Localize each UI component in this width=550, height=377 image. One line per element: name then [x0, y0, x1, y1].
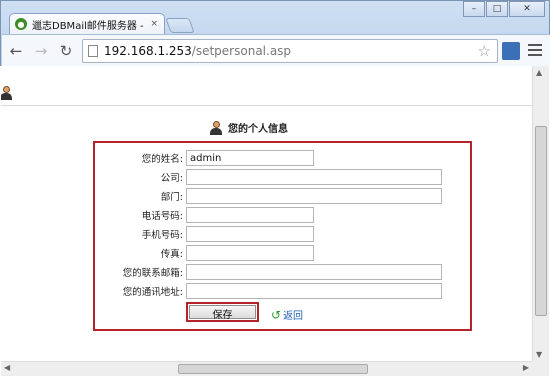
field-input[interactable]: [186, 264, 442, 280]
forward-arrow-icon[interactable]: →: [30, 40, 52, 62]
minimize-button[interactable]: –: [463, 1, 485, 17]
top-bar: [1, 66, 532, 106]
browser-tab[interactable]: ● 邋志DBMail邮件服务器 - V ×: [9, 13, 165, 34]
window-controls: – □ ✕: [462, 1, 545, 17]
field-label: 部门:: [160, 192, 183, 203]
address-bar[interactable]: 192.168.1.253 /setpersonal.asp ☆: [82, 39, 498, 63]
field-input[interactable]: [186, 169, 442, 185]
horizontal-scrollbar[interactable]: ◀ ▶: [1, 361, 532, 376]
field-input[interactable]: [186, 283, 442, 299]
save-button[interactable]: 保存: [189, 305, 256, 321]
scrollbar-corner: [532, 361, 549, 376]
tab-close-icon[interactable]: ×: [150, 19, 158, 29]
scroll-down-icon[interactable]: ▼: [536, 350, 542, 359]
person-icon: [209, 120, 223, 135]
reload-icon[interactable]: ↻: [55, 40, 77, 62]
field-label: 您的联系邮箱:: [122, 268, 183, 279]
horizontal-scroll-thumb[interactable]: [178, 364, 368, 374]
return-arrow-icon: ↺: [271, 307, 282, 322]
extension-icon[interactable]: [502, 42, 520, 60]
bookmark-star-icon[interactable]: ☆: [478, 42, 491, 60]
field-label: 您的通讯地址:: [122, 287, 183, 298]
maximize-button[interactable]: □: [486, 1, 508, 17]
page-icon: [88, 45, 98, 57]
browser-chrome: ● 邋志DBMail邮件服务器 - V × – □ ✕ ← → ↻ 192.16…: [0, 0, 550, 67]
scroll-right-icon[interactable]: ▶: [523, 363, 529, 372]
back-arrow-icon[interactable]: ←: [5, 40, 27, 62]
back-link-label: 返回: [283, 311, 304, 322]
back-link[interactable]: ↺ 返回: [271, 307, 304, 323]
field-input[interactable]: [186, 150, 314, 166]
field-label: 公司:: [160, 173, 183, 184]
browser-toolbar: ← → ↻ 192.168.1.253 /setpersonal.asp ☆: [2, 34, 550, 67]
close-window-button[interactable]: ✕: [509, 1, 545, 17]
vertical-scrollbar[interactable]: ▲ ▼: [532, 66, 549, 361]
scroll-left-icon[interactable]: ◀: [4, 363, 10, 372]
field-input[interactable]: [186, 226, 314, 242]
field-input[interactable]: [186, 188, 442, 204]
new-tab-button[interactable]: [165, 18, 195, 33]
page-title: 您的个人信息: [228, 124, 288, 135]
favicon-icon: ●: [15, 18, 27, 30]
url-path: /setpersonal.asp: [191, 44, 292, 58]
user-icon[interactable]: [1, 86, 13, 100]
save-button-frame: 保存: [186, 302, 259, 322]
field-input[interactable]: [186, 245, 314, 261]
vertical-scroll-thumb[interactable]: [535, 126, 547, 316]
field-input[interactable]: [186, 207, 314, 223]
menu-icon[interactable]: [528, 43, 542, 57]
url-host: 192.168.1.253: [104, 44, 192, 58]
field-label: 电话号码:: [141, 211, 183, 222]
field-label: 手机号码:: [141, 230, 183, 241]
personal-info-form: 您的姓名: 公司: 部门: 电话号码: 手机号码: 传真: 您的联系邮箱: 您的通讯地址: 保…: [93, 141, 472, 331]
field-label: 您的姓名:: [141, 154, 183, 165]
scroll-up-icon[interactable]: ▲: [536, 68, 542, 77]
tab-title: 邋志DBMail邮件服务器 - V: [32, 20, 147, 32]
page-content: 您的个人信息 您的姓名:公司:部门:电话号码:手机号码:传真:您的联系邮箱:您的…: [1, 66, 532, 361]
field-label: 传真:: [160, 249, 183, 260]
page-title-row: 您的个人信息: [209, 120, 288, 135]
